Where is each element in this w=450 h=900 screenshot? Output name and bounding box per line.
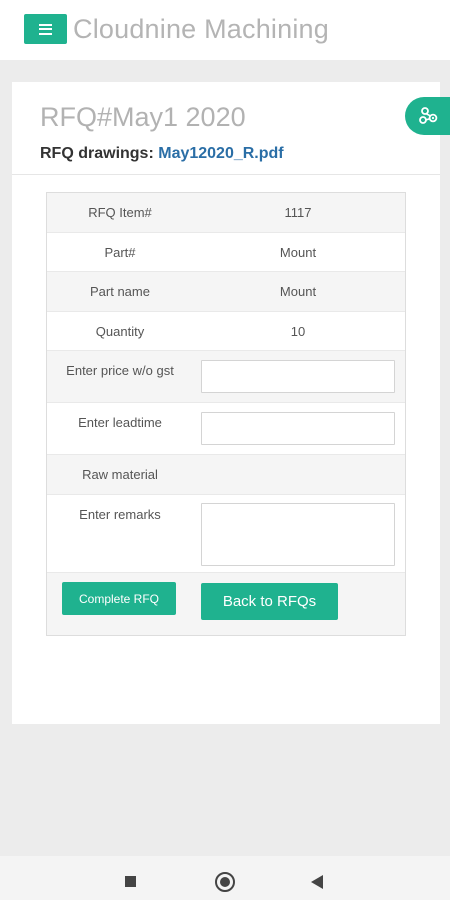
partname-label: Part name — [90, 284, 150, 299]
triangle-back-icon[interactable] — [311, 875, 323, 889]
quantity-value: 10 — [290, 324, 306, 339]
item-label: RFQ Item# — [88, 205, 152, 220]
partname-value: Mount — [279, 284, 317, 299]
circle-icon[interactable] — [215, 872, 235, 892]
price-label: Enter price w/o gst — [66, 363, 174, 378]
rfq-drawings: RFQ drawings: May12020_R.pdf — [40, 145, 284, 163]
table-row: Part name Mount — [47, 272, 405, 312]
hamburger-menu-icon — [39, 23, 52, 35]
leadtime-label: Enter leadtime — [78, 415, 162, 430]
app-title: Cloudnine Machining — [73, 14, 329, 44]
share-nodes-icon — [419, 107, 438, 124]
table-row: Part# Mount — [47, 233, 405, 272]
table-row: Enter remarks — [47, 495, 405, 573]
drawings-file-link[interactable]: May12020_R.pdf — [158, 145, 283, 162]
app-header: Cloudnine Machining — [0, 0, 450, 60]
rfq-item-table: RFQ Item# 1117 Part# Mount Part name Mou… — [46, 192, 406, 636]
table-row: RFQ Item# 1117 — [47, 193, 405, 233]
divider — [12, 174, 440, 175]
android-nav-bar — [0, 856, 450, 900]
page-title: RFQ#May1 2020 — [40, 102, 246, 132]
remarks-textarea[interactable] — [201, 503, 395, 566]
complete-rfq-button[interactable]: Complete RFQ — [62, 582, 176, 615]
leadtime-input[interactable] — [201, 412, 395, 445]
menu-button[interactable] — [24, 14, 67, 44]
rfq-card: RFQ#May1 2020 RFQ drawings: May12020_R.p… — [12, 82, 450, 724]
item-value: 1117 — [284, 205, 312, 220]
drawings-label: RFQ drawings: — [40, 145, 154, 162]
table-row: Enter price w/o gst — [47, 351, 405, 403]
table-row: Enter leadtime — [47, 403, 405, 455]
table-row: Quantity 10 — [47, 312, 405, 351]
square-icon[interactable] — [125, 876, 136, 887]
part-label: Part# — [104, 245, 136, 260]
quantity-label: Quantity — [95, 324, 145, 339]
share-fab-button[interactable] — [405, 97, 450, 135]
table-row: Complete RFQ Back to RFQs — [47, 573, 405, 635]
remarks-label: Enter remarks — [79, 507, 161, 522]
raw-material-label: Raw material — [82, 467, 158, 482]
price-input[interactable] — [201, 360, 395, 393]
part-value: Mount — [279, 245, 317, 260]
table-row: Raw material — [47, 455, 405, 495]
back-to-rfqs-button[interactable]: Back to RFQs — [201, 583, 338, 620]
